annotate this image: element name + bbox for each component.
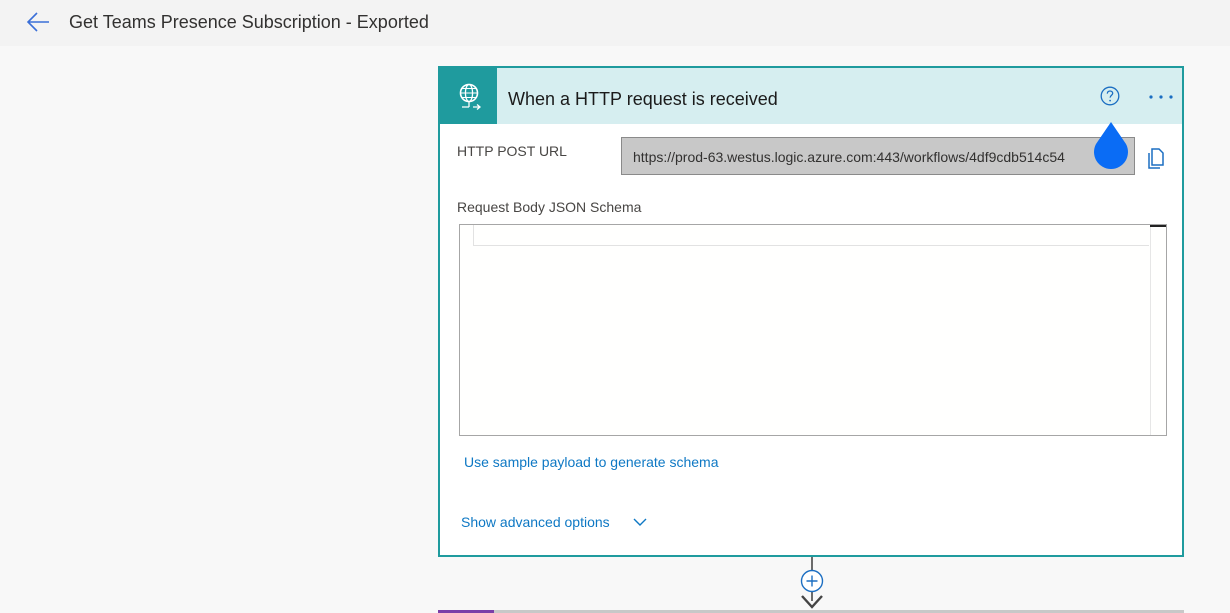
schema-scroll-thumb[interactable] — [1150, 225, 1166, 227]
show-advanced-options-link[interactable]: Show advanced options — [461, 514, 610, 530]
plus-circle-icon — [800, 569, 824, 593]
top-bar: Get Teams Presence Subscription - Export… — [0, 0, 1230, 46]
http-post-url-field[interactable]: https://prod-63.westus.logic.azure.com:4… — [621, 137, 1135, 175]
chevron-down-icon[interactable] — [632, 516, 648, 528]
arrow-down-icon — [801, 595, 823, 609]
insert-step-button[interactable] — [800, 569, 824, 593]
schema-editor[interactable] — [459, 224, 1167, 436]
schema-editor-scrollbar[interactable] — [1150, 225, 1166, 435]
touch-pointer-marker — [1090, 120, 1132, 170]
http-request-globe-icon — [459, 83, 482, 110]
back-button[interactable] — [24, 9, 52, 35]
page-title: Get Teams Presence Subscription - Export… — [69, 12, 429, 32]
schema-editor-line — [473, 225, 1149, 246]
trigger-title: When a HTTP request is received — [508, 89, 778, 109]
more-options-button[interactable] — [1145, 85, 1177, 107]
http-post-url-value: https://prod-63.westus.logic.azure.com:4… — [633, 149, 1065, 165]
use-sample-payload-link[interactable]: Use sample payload to generate schema — [464, 454, 718, 470]
trigger-card-header[interactable]: When a HTTP request is received — [440, 68, 1182, 124]
trigger-icon-tile — [440, 68, 497, 124]
copy-url-button[interactable] — [1145, 146, 1167, 170]
back-arrow-icon — [26, 12, 49, 32]
more-ellipsis-icon — [1149, 95, 1173, 99]
copy-icon — [1148, 148, 1164, 169]
trigger-card: When a HTTP request is received HTTP POS… — [438, 66, 1184, 557]
help-button[interactable] — [1099, 85, 1121, 107]
http-post-url-label: HTTP POST URL — [457, 143, 567, 159]
help-circle-icon — [1100, 86, 1120, 106]
schema-label: Request Body JSON Schema — [457, 199, 642, 215]
